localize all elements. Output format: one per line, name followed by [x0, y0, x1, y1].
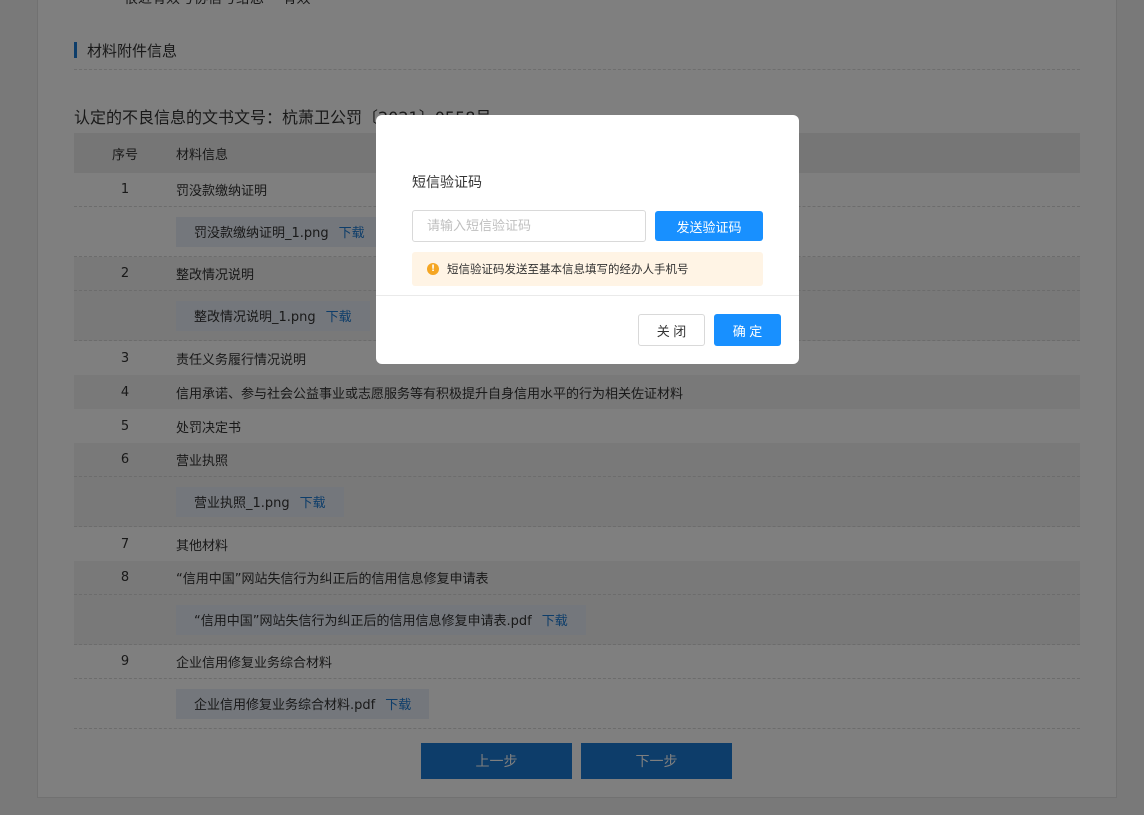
confirm-button[interactable]: 确 定: [714, 314, 781, 346]
tip-banner: ! 短信验证码发送至基本信息填写的经办人手机号: [412, 252, 763, 286]
close-button[interactable]: 关 闭: [638, 314, 705, 346]
info-icon: !: [427, 263, 439, 275]
send-code-button[interactable]: 发送验证码: [655, 211, 763, 241]
dialog-divider: [376, 295, 799, 296]
tip-text: 短信验证码发送至基本信息填写的经办人手机号: [447, 262, 689, 276]
sms-verification-dialog: 短信验证码 发送验证码 ! 短信验证码发送至基本信息填写的经办人手机号 关 闭 …: [376, 115, 799, 364]
sms-code-input[interactable]: [412, 210, 646, 242]
dialog-title: 短信验证码: [412, 175, 482, 191]
